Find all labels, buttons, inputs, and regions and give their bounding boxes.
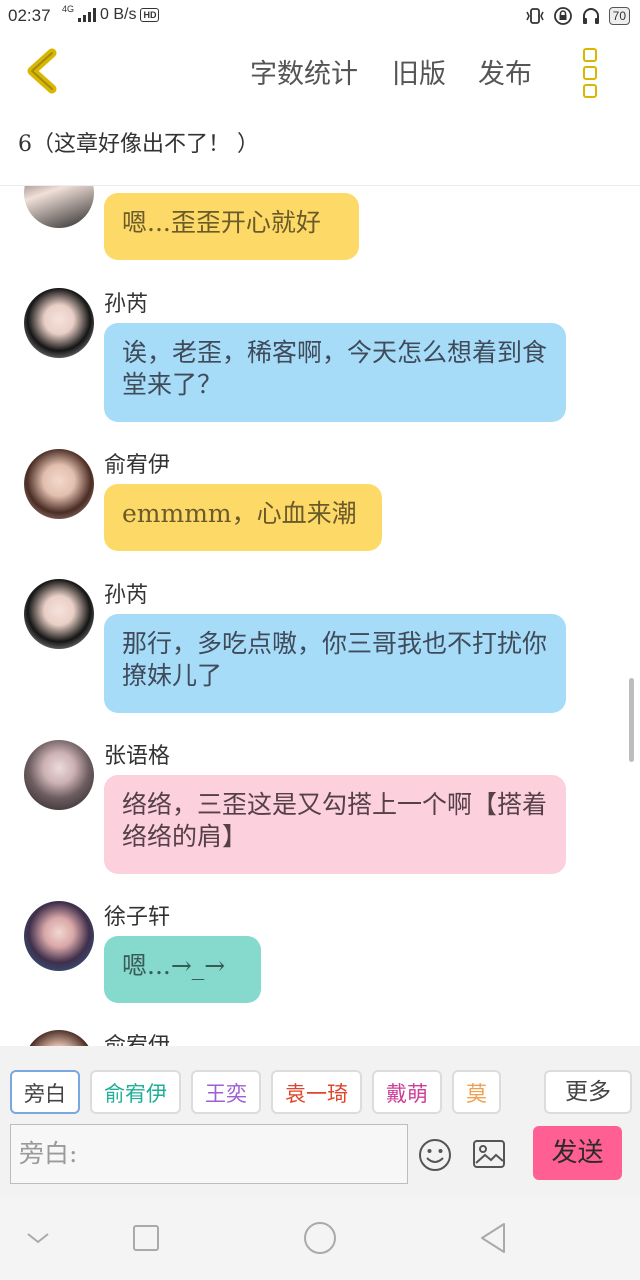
status-right: 70 [525, 6, 630, 26]
message-input[interactable]: 旁白: [10, 1124, 408, 1184]
status-time: 02:37 [8, 6, 51, 25]
avatar [24, 288, 94, 358]
avatar [24, 740, 94, 810]
avatar [24, 901, 94, 971]
editor-toolbar: 字数统计 旧版 发布 [0, 34, 640, 108]
avatar [24, 579, 94, 649]
send-button[interactable]: 发送 [533, 1126, 622, 1180]
image-icon[interactable] [472, 1138, 506, 1170]
publish-button[interactable]: 发布 [478, 52, 532, 91]
square-recent-icon[interactable] [126, 1218, 166, 1258]
more-characters-button[interactable]: 更多 [544, 1070, 632, 1114]
speaker-name: 张语格 [104, 744, 171, 769]
signal-icon [78, 8, 97, 22]
speaker-name: 孙芮 [104, 583, 149, 608]
speaker-name: 徐子轩 [104, 905, 171, 930]
vertical-more-icon[interactable] [578, 44, 602, 98]
avatar [24, 1030, 94, 1046]
character-chip[interactable]: 袁一琦 [271, 1070, 362, 1114]
chapter-title: 6（这章好像出不了！ ） [18, 132, 259, 157]
message-bubble[interactable]: 那行，多吃点嗷，你三哥我也不打扰你撩妹儿了 [104, 614, 566, 713]
speaker-name: 孙芮 [104, 292, 149, 317]
message-bubble[interactable]: 络络，三歪这是又勾搭上一个啊【搭着络络的肩】 [104, 775, 566, 874]
character-chip[interactable]: 俞宥伊 [90, 1070, 181, 1114]
chevron-left-icon[interactable] [22, 48, 62, 94]
lock-rotation-icon [553, 7, 572, 25]
headphones-icon [582, 8, 599, 24]
input-panel: 旁白 俞宥伊 王奕 袁一琦 戴萌莫 更多 旁白: 发送 [0, 1046, 640, 1196]
character-chip[interactable]: 戴萌 [372, 1070, 442, 1114]
message-bubble[interactable]: 诶，老歪，稀客啊，今天怎么想着到食堂来了？ [104, 323, 566, 422]
scrollbar-thumb[interactable] [629, 678, 634, 762]
avatar [24, 449, 94, 519]
message-bubble[interactable]: 嗯...→_→ [104, 936, 261, 1003]
speaker-name: 俞宥伊 [104, 1028, 170, 1046]
network-type: 4G [62, 3, 75, 14]
character-selector[interactable]: 旁白 俞宥伊 王奕 袁一琦 戴萌莫 [10, 1070, 540, 1116]
battery-indicator: 70 [608, 7, 630, 25]
status-bar: 02:37 4G 0 B/s HD 70 [0, 0, 640, 34]
smiley-icon[interactable] [418, 1138, 452, 1172]
system-nav-bar [0, 1196, 640, 1280]
message-bubble[interactable]: emmmm，心血来潮 [104, 484, 382, 551]
triangle-back-icon[interactable] [474, 1218, 514, 1258]
circle-home-icon[interactable] [300, 1218, 340, 1258]
character-chip[interactable]: 旁白 [10, 1070, 80, 1114]
network-speed: 0 B/s [100, 6, 137, 23]
chat-list[interactable]: 嗯...歪歪开心就好 孙芮 诶，老歪，稀客啊，今天怎么想着到食堂来了？ 俞宥伊 … [0, 186, 640, 1046]
speaker-name: 俞宥伊 [104, 453, 171, 478]
character-chip[interactable]: 王奕 [191, 1070, 261, 1114]
hd-badge: HD [140, 8, 160, 22]
input-prefix: 旁白: [19, 1139, 78, 1168]
message-bubble[interactable]: 嗯...歪歪开心就好 [104, 193, 359, 260]
network-indicator: 4G 0 B/s HD [62, 3, 160, 24]
avatar [24, 186, 94, 228]
word-count-button[interactable]: 字数统计 [250, 52, 358, 91]
character-chip[interactable]: 莫 [452, 1070, 501, 1114]
old-version-button[interactable]: 旧版 [392, 52, 446, 91]
vibrate-icon [525, 8, 544, 24]
chevron-down-icon[interactable] [18, 1218, 58, 1258]
